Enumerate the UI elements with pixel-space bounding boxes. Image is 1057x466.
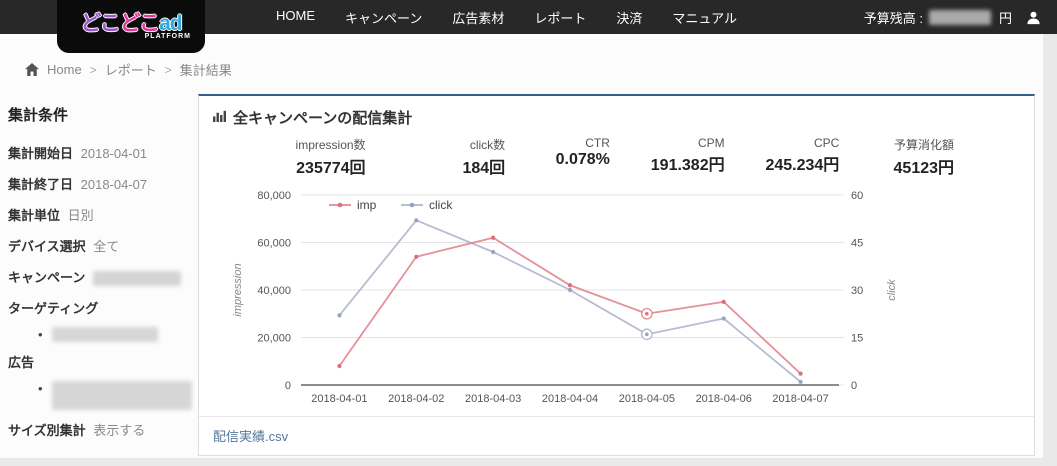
delivery-line-chart[interactable]: 80,000 60 60,000 45 40,000 30 20,000 15 0 0 2018-0… (219, 182, 959, 423)
nav-item-campaign[interactable]: キャンペーン (345, 8, 422, 27)
field-size-aggregation: サイズ別集計 表示する (8, 423, 146, 439)
bar-chart-icon (213, 109, 226, 127)
svg-text:impression: impression (232, 263, 244, 316)
nav-item-manual[interactable]: マニュアル (672, 8, 737, 27)
user-account-icon[interactable] (1026, 10, 1041, 25)
ad-value-redacted (51, 381, 192, 411)
field-campaign: キャンペーン (8, 270, 192, 287)
ad-section-label: 広告 (8, 355, 35, 371)
nav-menu: HOME キャンペーン 広告素材 レポート 決済 マニュアル (276, 8, 737, 27)
budget-unit-label: 円 (998, 10, 1012, 26)
page-background: Home > レポート > 集計結果 集計条件 集計開始日 2018-04-01… (0, 34, 1043, 458)
ad-list-item: • (8, 381, 192, 411)
campaign-delivery-summary-panel: 全キャンペーンの配信集計 impression数 235774回 click数 … (198, 94, 1035, 456)
nav-item-home[interactable]: HOME (276, 8, 315, 27)
targeting-value-redacted (51, 327, 158, 343)
panel-footer: 配信実績.csv (199, 416, 1034, 455)
svg-text:2018-04-02: 2018-04-02 (388, 393, 444, 405)
field-unit: 集計単位 日別 (8, 208, 94, 223)
site-logo[interactable]: どこどこad PLATFORM (57, 0, 205, 53)
svg-text:2018-04-03: 2018-04-03 (465, 393, 521, 405)
breadcrumb-separator: > (89, 62, 97, 77)
metric-impressions: impression数 235774回 (295, 138, 366, 177)
nav-item-payment[interactable]: 決済 (616, 8, 642, 27)
budget-balance-label: 予算残高 : (863, 10, 923, 26)
svg-text:20,000: 20,000 (257, 333, 291, 345)
metric-cpc: CPC 245.234円 (765, 136, 840, 174)
svg-text:2018-04-05: 2018-04-05 (619, 393, 675, 405)
metrics-row: impression数 235774回 click数 184回 CTR 0.07… (199, 130, 1034, 178)
svg-text:click: click (886, 279, 898, 301)
metric-clicks: click数 184回 (462, 138, 506, 177)
legend-item-imp[interactable]: imp (357, 198, 377, 212)
start-date-value: 2018-04-01 (80, 146, 148, 161)
site-logo-text: どこどこad (80, 11, 182, 35)
breadcrumb-current: 集計結果 (179, 63, 232, 78)
metric-cpm: CPM 191.382円 (650, 136, 725, 174)
breadcrumb-separator: > (164, 62, 172, 77)
svg-text:40,000: 40,000 (257, 285, 291, 297)
svg-text:60,000: 60,000 (257, 238, 291, 250)
targeting-section-label: ターゲティング (8, 301, 99, 317)
svg-text:2018-04-07: 2018-04-07 (772, 393, 828, 405)
unit-value: 日別 (67, 208, 94, 223)
nav-item-creative[interactable]: 広告素材 (452, 8, 504, 27)
nav-item-report[interactable]: レポート (534, 8, 586, 27)
svg-text:45: 45 (851, 238, 863, 250)
legend-item-click[interactable]: click (429, 198, 453, 212)
campaign-value-redacted (92, 271, 181, 287)
panel-title: 全キャンペーンの配信集計 (233, 110, 413, 127)
field-device: デバイス選択 全て (8, 239, 120, 254)
bullet-icon: • (38, 327, 43, 343)
field-end-date: 集計終了日 2018-04-07 (8, 177, 148, 192)
sidebar-title: 集計条件 (8, 107, 69, 124)
device-value: 全て (93, 239, 120, 254)
svg-text:30: 30 (851, 285, 863, 297)
svg-text:80,000: 80,000 (257, 190, 291, 202)
targeting-list-item: • (8, 327, 192, 343)
svg-text:2018-04-06: 2018-04-06 (696, 393, 752, 405)
svg-text:60: 60 (851, 190, 863, 202)
field-start-date: 集計開始日 2018-04-01 (8, 146, 148, 161)
bullet-icon: • (38, 381, 43, 397)
end-date-value: 2018-04-07 (80, 177, 148, 192)
svg-text:0: 0 (285, 380, 291, 392)
budget-balance-redacted (928, 9, 991, 25)
site-logo-subtitle: PLATFORM (144, 32, 191, 40)
svg-text:2018-04-01: 2018-04-01 (311, 393, 367, 405)
svg-text:0: 0 (851, 380, 857, 392)
csv-download-link[interactable]: 配信実績.csv (213, 429, 288, 444)
svg-text:15: 15 (851, 333, 863, 345)
size-aggregation-value[interactable]: 表示する (93, 423, 145, 438)
breadcrumb-report[interactable]: レポート (105, 60, 157, 79)
home-icon (25, 63, 39, 76)
metric-budget-spent: 予算消化額 45123円 (893, 138, 955, 177)
svg-text:2018-04-04: 2018-04-04 (542, 393, 598, 405)
metric-ctr: CTR 0.078% (555, 136, 610, 168)
aggregation-conditions-sidebar: 集計条件 集計開始日 2018-04-01 集計終了日 2018-04-07 集… (8, 104, 192, 454)
breadcrumb-home[interactable]: Home (47, 62, 82, 77)
